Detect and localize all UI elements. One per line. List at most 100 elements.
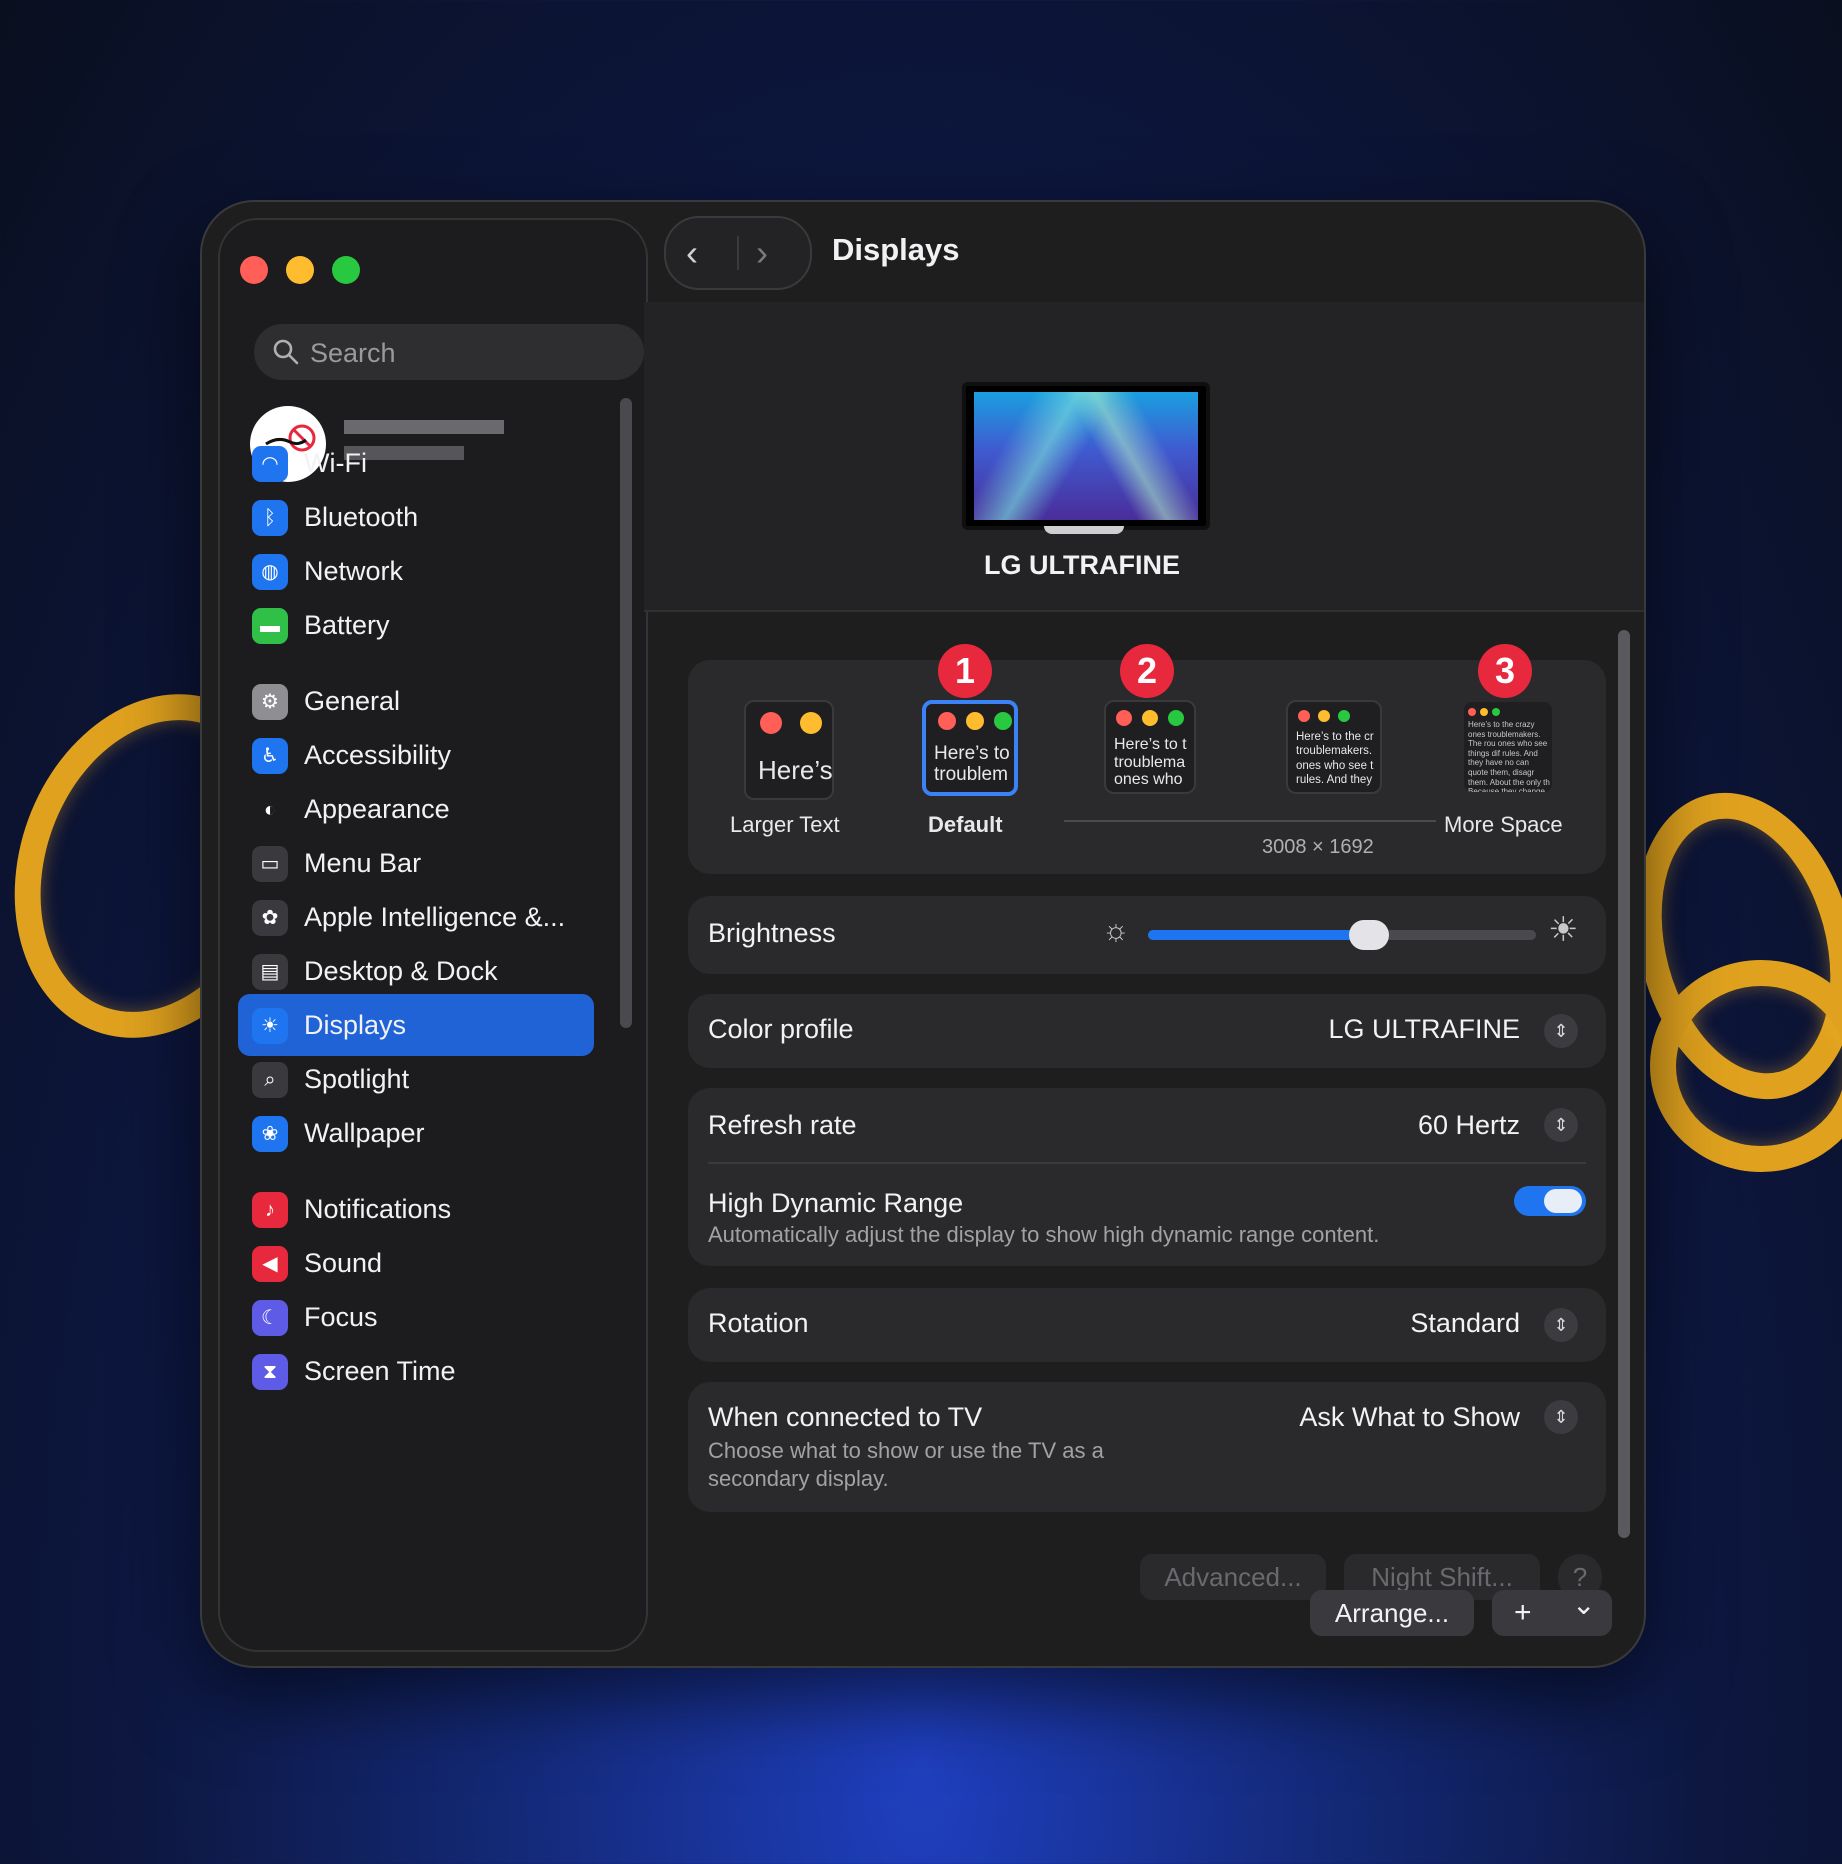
color-profile-value[interactable]: LG ULTRAFINE bbox=[1328, 1014, 1520, 1045]
rotation-stepper-icon[interactable]: ⇕ bbox=[1544, 1308, 1578, 1342]
sidebar-item-label: Apple Intelligence &... bbox=[304, 902, 566, 932]
sidebar-item-wi-fi[interactable]: ◠ Wi-Fi bbox=[238, 432, 594, 494]
sidebar-item-battery[interactable]: ▬ Battery bbox=[238, 594, 594, 656]
sidebar-item-wallpaper[interactable]: ❀ Wallpaper bbox=[238, 1102, 594, 1164]
dock-icon: ▤ bbox=[252, 954, 288, 990]
scaled-preview: Here’s to the cr troublemakers. ones who… bbox=[1296, 731, 1374, 787]
monitor-screen bbox=[974, 392, 1198, 520]
rotation-panel: Rotation Standard ⇕ bbox=[688, 1288, 1606, 1362]
sidebar-item-label: Network bbox=[304, 556, 404, 586]
color-profile-stepper-icon[interactable]: ⇕ bbox=[1544, 1014, 1578, 1048]
navigation-buttons: ‹ › bbox=[664, 216, 812, 290]
sidebar-item-bluetooth[interactable]: ᛒ Bluetooth bbox=[238, 486, 594, 548]
sidebar-item-general[interactable]: ⚙ General bbox=[238, 670, 594, 732]
sidebar-item-label: Displays bbox=[304, 1010, 407, 1040]
monitor-stand bbox=[1044, 526, 1124, 534]
chevron-down-icon: ⌄ bbox=[1572, 1589, 1596, 1620]
sidebar-item-label: Accessibility bbox=[304, 740, 452, 770]
search-field[interactable]: Search bbox=[254, 324, 644, 380]
brightness-panel: Brightness ☼ ☀ bbox=[688, 896, 1606, 974]
refresh-rate-stepper-icon[interactable]: ⇕ bbox=[1544, 1108, 1578, 1142]
sidebar: Search ◠ Wi-Fi ᛒ Bluetooth ◍ Network ▬ Battery ⚙… bbox=[218, 218, 648, 1652]
sidebar-item-appearance[interactable]: ◐ Appearance bbox=[238, 778, 594, 840]
brightness-label: Brightness bbox=[708, 918, 836, 948]
close-button[interactable] bbox=[240, 256, 268, 284]
sidebar-item-menu-bar[interactable]: ▭ Menu Bar bbox=[238, 832, 594, 894]
content-scrollbar[interactable] bbox=[1618, 630, 1630, 1538]
sidebar-item-label: Notifications bbox=[304, 1194, 452, 1224]
default-label: Default bbox=[928, 812, 1003, 837]
color-profile-panel: Color profile LG ULTRAFINE ⇕ bbox=[688, 994, 1606, 1068]
sidebar-item-notifications[interactable]: ♪ Notifications bbox=[238, 1178, 594, 1240]
brightness-high-icon: ☀ bbox=[1548, 911, 1579, 949]
sidebar-item-label: Bluetooth bbox=[304, 502, 419, 532]
resolution-option-default[interactable]: Here’s to troublem bbox=[922, 700, 1018, 796]
sidebar-item-displays[interactable]: ☀ Displays bbox=[238, 994, 594, 1056]
tv-stepper-icon[interactable]: ⇕ bbox=[1544, 1400, 1578, 1434]
sidebar-item-label: Battery bbox=[304, 610, 390, 640]
display-preview: LG ULTRAFINE bbox=[644, 302, 1644, 612]
refresh-rate-value[interactable]: 60 Hertz bbox=[1418, 1110, 1520, 1141]
badge-1: 1 bbox=[938, 644, 992, 698]
resolution-option-medium[interactable]: Here’s to t troublema ones who bbox=[1104, 700, 1196, 794]
resolution-option-scaled[interactable]: Here’s to the cr troublemakers. ones who… bbox=[1286, 700, 1382, 794]
sidebar-item-sound[interactable]: ◀ Sound bbox=[238, 1232, 594, 1294]
page-title: Displays bbox=[832, 232, 960, 267]
sidebar-item-label: Wallpaper bbox=[304, 1118, 425, 1148]
sidebar-item-label: Desktop & Dock bbox=[304, 956, 498, 986]
sidebar-item-label: Menu Bar bbox=[304, 848, 422, 878]
hdr-label: High Dynamic Range bbox=[708, 1188, 964, 1218]
search-placeholder: Search bbox=[310, 338, 396, 368]
globe-icon: ◍ bbox=[252, 554, 288, 590]
sidebar-item-accessibility[interactable]: ♿ Accessibility bbox=[238, 724, 594, 786]
sidebar-item-apple-intelligence[interactable]: ✿ Apple Intelligence &... bbox=[238, 886, 594, 948]
sidebar-item-label: Screen Time bbox=[304, 1356, 456, 1386]
search-icon bbox=[273, 339, 299, 365]
resolution-option-more-space[interactable]: Here’s to the crazy ones troublemakers. … bbox=[1462, 700, 1554, 794]
brightness-slider-fill bbox=[1148, 930, 1369, 940]
tv-value[interactable]: Ask What to Show bbox=[1299, 1402, 1520, 1433]
brightness-slider-knob[interactable] bbox=[1349, 920, 1389, 950]
minimize-button[interactable] bbox=[286, 256, 314, 284]
accessibility-icon: ♿ bbox=[252, 738, 288, 774]
sidebar-item-focus[interactable]: ☾ Focus bbox=[238, 1286, 594, 1348]
refresh-hdr-panel: Refresh rate 60 Hertz ⇕ High Dynamic Ran… bbox=[688, 1088, 1606, 1266]
tv-description-line2: secondary display. bbox=[708, 1466, 889, 1491]
hdr-toggle[interactable] bbox=[1514, 1186, 1586, 1216]
color-profile-label: Color profile bbox=[708, 1014, 854, 1044]
back-chevron-icon[interactable]: ‹ bbox=[686, 232, 698, 274]
zoom-button[interactable] bbox=[332, 256, 360, 284]
sidebar-item-label: Spotlight bbox=[304, 1064, 410, 1094]
magnifier-icon: ⌕ bbox=[252, 1062, 288, 1098]
nav-divider bbox=[737, 236, 739, 270]
sun-icon: ☀ bbox=[252, 1008, 288, 1044]
sidebar-item-network[interactable]: ◍ Network bbox=[238, 540, 594, 602]
rotation-label: Rotation bbox=[708, 1308, 809, 1338]
sidebar-scrollbar[interactable] bbox=[620, 398, 632, 1028]
gear-icon: ⚙ bbox=[252, 684, 288, 720]
sidebar-item-screen-time[interactable]: ⧗ Screen Time bbox=[238, 1340, 594, 1402]
medium-preview: Here’s to t troublema ones who bbox=[1114, 736, 1187, 789]
rotation-value[interactable]: Standard bbox=[1410, 1308, 1520, 1339]
tv-description-line1: Choose what to show or use the TV as a bbox=[708, 1438, 1104, 1463]
more-space-preview: Here’s to the crazy ones troublemakers. … bbox=[1468, 720, 1550, 794]
larger-text-preview: Here’s bbox=[758, 755, 833, 785]
bell-icon: ♪ bbox=[252, 1192, 288, 1228]
badge-2: 2 bbox=[1120, 644, 1174, 698]
wifi-icon: ◠ bbox=[252, 446, 288, 482]
arrange-button[interactable]: Arrange... bbox=[1310, 1590, 1474, 1636]
resolution-option-larger-text[interactable]: Here’s bbox=[744, 700, 834, 800]
advanced-button[interactable]: Advanced... bbox=[1140, 1554, 1326, 1600]
speaker-icon: ◀ bbox=[252, 1246, 288, 1282]
sidebar-item-spotlight[interactable]: ⌕ Spotlight bbox=[238, 1048, 594, 1110]
system-settings-window: Search ◠ Wi-Fi ᛒ Bluetooth ◍ Network ▬ Battery ⚙… bbox=[200, 200, 1646, 1668]
add-display-button[interactable]: + ⌄ bbox=[1492, 1589, 1612, 1636]
forward-chevron-icon[interactable]: › bbox=[756, 232, 768, 274]
sidebar-item-label: Wi-Fi bbox=[304, 448, 367, 478]
monitor-icon[interactable] bbox=[962, 382, 1210, 530]
brightness-low-icon: ☼ bbox=[1102, 914, 1130, 947]
display-name: LG ULTRAFINE bbox=[984, 550, 1180, 580]
sidebar-item-label: Appearance bbox=[304, 794, 450, 824]
sidebar-item-desktop-dock[interactable]: ▤ Desktop & Dock bbox=[238, 940, 594, 1002]
resolution-text: 3008 × 1692 bbox=[1262, 836, 1374, 858]
